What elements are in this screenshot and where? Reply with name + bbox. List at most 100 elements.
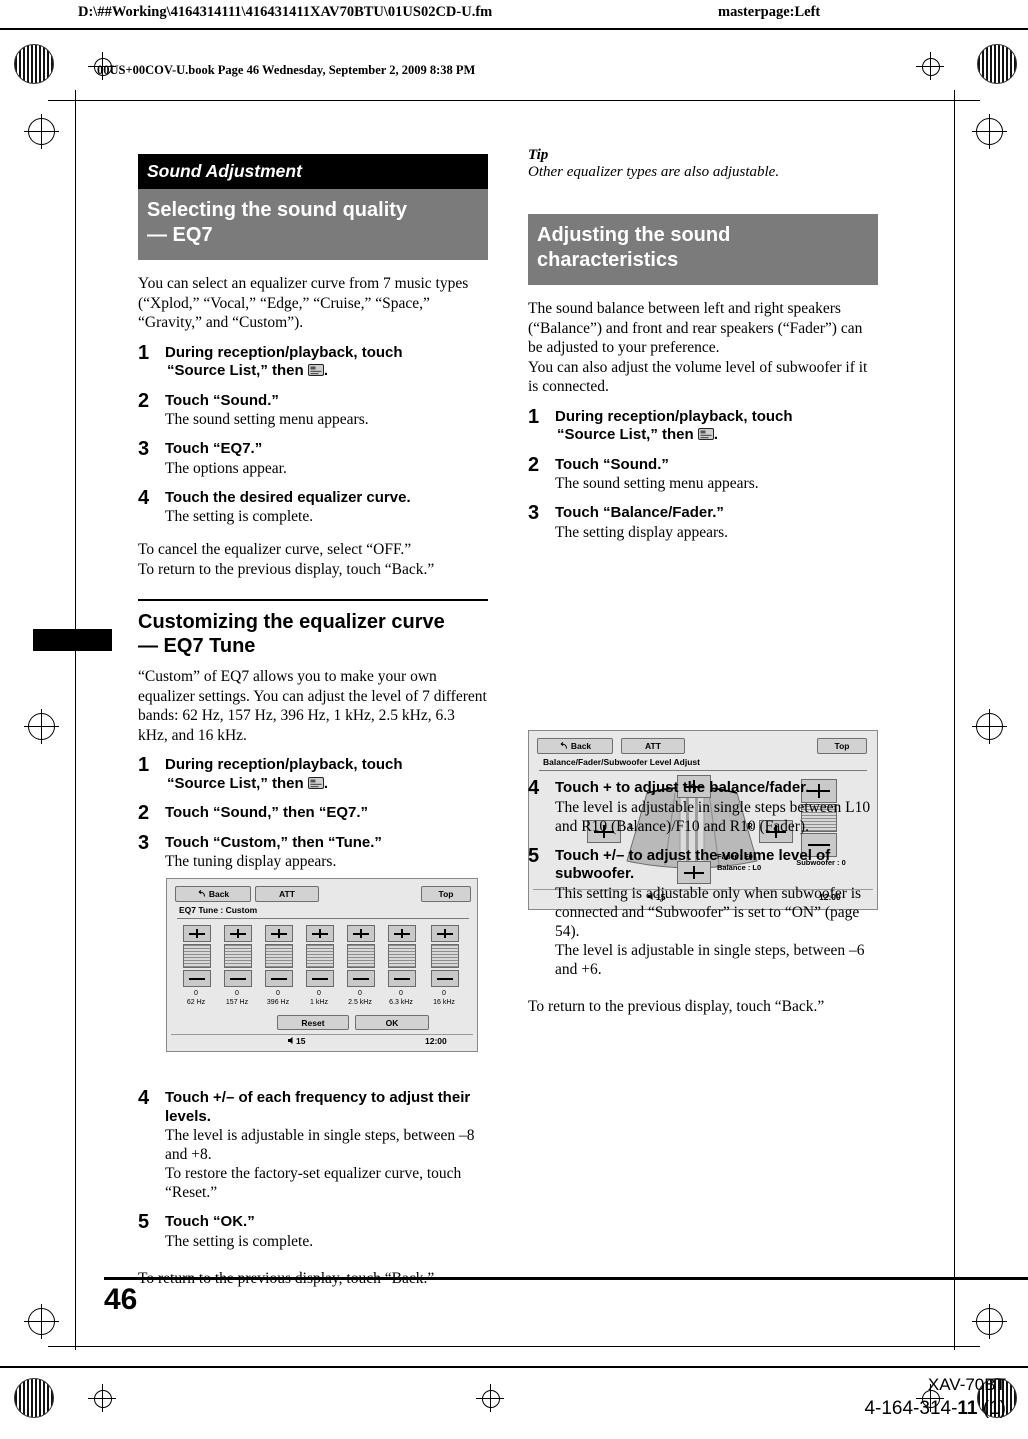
eq-band-slider[interactable] xyxy=(224,944,252,968)
eq-band-plus-button[interactable] xyxy=(388,925,416,942)
left-column: Sound Adjustment Selecting the sound qua… xyxy=(138,154,488,871)
step-description: The tuning display appears. xyxy=(165,853,337,870)
chapter-bar: Sound Adjustment xyxy=(138,154,488,189)
eq7-step-2: 2 Touch “Sound.” The sound setting menu … xyxy=(138,389,488,430)
screen-back-button[interactable]: Back xyxy=(175,886,251,902)
eq-band-minus-button[interactable] xyxy=(224,970,252,987)
step-title: Touch +/– of each frequency to adjust th… xyxy=(165,1089,471,1125)
registration-mark-right-upper xyxy=(972,114,1007,149)
eq-band-slider[interactable] xyxy=(388,944,416,968)
screen-back-label: Back xyxy=(570,741,592,751)
balance-step-5: 5 Touch +/– to adjust the volume level o… xyxy=(528,844,878,979)
step-description: The setting is complete. xyxy=(165,1232,314,1250)
eq-band-column: 0 16 kHz xyxy=(427,925,461,1006)
screen-top-label: Top xyxy=(438,889,454,899)
left-column-lower: 4 Touch +/– of each frequency to adjust … xyxy=(138,1078,488,1288)
eq-band-plus-button[interactable] xyxy=(265,925,293,942)
screen-att-button[interactable]: ATT xyxy=(621,738,685,754)
eq-band-minus-button[interactable] xyxy=(347,970,375,987)
eq-band-minus-button[interactable] xyxy=(265,970,293,987)
back-arrow-icon xyxy=(198,890,205,897)
screen-volume-indicator: 15 xyxy=(287,1036,305,1046)
eq7-step-3: 3 Touch “EQ7.” The options appear. xyxy=(138,438,488,478)
screen-att-label: ATT xyxy=(279,889,295,899)
section-heading-sound-characteristics: Adjusting the sound characteristics xyxy=(528,214,878,285)
model-name: XAV-70BT xyxy=(927,1375,1006,1394)
eq-band-plus-button[interactable] xyxy=(431,925,459,942)
eq-band-minus-button[interactable] xyxy=(431,970,459,987)
eq-band-minus-button[interactable] xyxy=(388,970,416,987)
eq7-step-4: 4 Touch the desired equalizer curve. The… xyxy=(138,486,488,527)
eq7-tune-heading: Customizing the equalizer curve — EQ7 Tu… xyxy=(138,611,445,657)
eq-band-slider[interactable] xyxy=(306,944,334,968)
section-divider xyxy=(138,599,488,601)
corner-registration-block-tl xyxy=(14,44,54,84)
tip-block: Tip Other equalizer types are also adjus… xyxy=(528,147,878,181)
eq7-step-1: 1 During reception/playback, touch “Sour… xyxy=(138,342,488,381)
eq-band-readout: 0 396 Hz xyxy=(261,990,295,1007)
eq-band-slider[interactable] xyxy=(265,944,293,968)
step-description: The sound setting menu appears. xyxy=(165,411,369,428)
volume-icon xyxy=(288,1037,293,1044)
eq-band-plus-button[interactable] xyxy=(224,925,252,942)
step-number: 4 xyxy=(138,486,150,509)
eq-band-frequency: 2.5 kHz xyxy=(348,998,372,1006)
registration-mark-left-upper xyxy=(24,114,59,149)
trim-line-bottom-h xyxy=(48,1346,980,1347)
screen-reset-button[interactable]: Reset xyxy=(277,1015,349,1030)
screen-ok-label: OK xyxy=(385,1017,399,1028)
screen-att-button[interactable]: ATT xyxy=(255,886,319,902)
step-description: The sound setting menu appears. xyxy=(555,475,759,492)
eq-band-plus-button[interactable] xyxy=(183,925,211,942)
screen-back-label: Back xyxy=(208,889,230,899)
crop-mark-bottom-left xyxy=(88,1384,116,1412)
page-number-rule xyxy=(104,1277,1028,1280)
step-number: 3 xyxy=(528,502,540,524)
step-number: 1 xyxy=(138,754,150,776)
screen-ok-button[interactable]: OK xyxy=(355,1015,429,1030)
step-number: 2 xyxy=(138,389,150,412)
step-number: 2 xyxy=(528,453,540,476)
tip-text: Other equalizer types are also adjustabl… xyxy=(528,164,780,180)
eq-band-column: 0 396 Hz xyxy=(261,925,295,1006)
eq7-tune-intro-text: “Custom” of EQ7 allows you to make your … xyxy=(138,668,487,744)
eq-band-plus-button[interactable] xyxy=(347,925,375,942)
sound-characteristics-intro: The sound balance between left and right… xyxy=(528,300,868,395)
step-title: Touch + to adjust the balance/fader. xyxy=(555,779,810,796)
eq-band-plus-button[interactable] xyxy=(306,925,334,942)
eq7-tune-device-screen: Back ATT Top EQ7 Tune : Custom 0 62 Hz 0 xyxy=(166,878,478,1052)
screen-status-divider xyxy=(171,1034,473,1035)
screen-top-button[interactable]: Top xyxy=(421,886,471,902)
eq-band-minus-button[interactable] xyxy=(183,970,211,987)
eq-band-value: 0 xyxy=(194,990,198,997)
eq7-tune-step-4: 4 Touch +/– of each frequency to adjust … xyxy=(138,1087,488,1202)
registration-mark-left-lower xyxy=(24,709,59,744)
balance-step-4: 4 Touch + to adjust the balance/fader. T… xyxy=(528,777,878,836)
screen-top-button[interactable]: Top xyxy=(817,738,867,754)
step-title: Touch “EQ7.” xyxy=(165,440,263,457)
part-number: 4-164-314-11 (1) xyxy=(864,1398,1006,1420)
step-number: 5 xyxy=(528,844,540,867)
eq7-tune-step-1: 1 During reception/playback, touch “Sour… xyxy=(138,754,488,793)
registration-mark-right-lower xyxy=(972,709,1007,744)
eq-band-readout: 0 62 Hz xyxy=(179,990,213,1007)
eq-band-slider[interactable] xyxy=(431,944,459,968)
source-list-icon xyxy=(697,428,714,440)
back-arrow-icon xyxy=(560,742,567,749)
trim-line-top-h xyxy=(48,100,980,101)
registration-mark-left-bottom xyxy=(24,1304,59,1339)
step-number: 4 xyxy=(528,777,540,799)
eq-band-minus-button[interactable] xyxy=(306,970,334,987)
eq-band-value: 0 xyxy=(358,990,362,997)
eq-band-value: 0 xyxy=(399,990,403,997)
eq-band-slider[interactable] xyxy=(183,944,211,968)
step-description: The level is adjustable in single steps,… xyxy=(165,1127,475,1201)
eq-band-column: 0 6.3 kHz xyxy=(384,925,418,1006)
part-number-highlight: 11 xyxy=(957,1398,978,1419)
eq-band-readout: 0 1 kHz xyxy=(302,990,336,1007)
eq-band-slider[interactable] xyxy=(347,944,375,968)
screen-back-button[interactable]: Back xyxy=(537,738,613,754)
step-title: Touch “Sound,” then “EQ7.” xyxy=(165,804,369,821)
section-heading-eq7: Selecting the sound quality — EQ7 xyxy=(138,189,488,260)
eq-band-value: 0 xyxy=(235,990,239,997)
